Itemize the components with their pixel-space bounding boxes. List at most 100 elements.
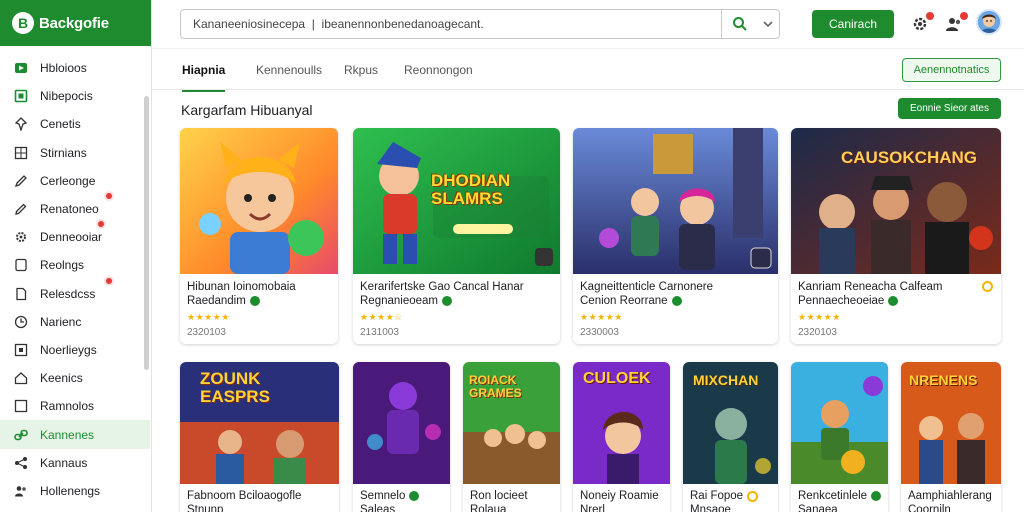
sidebar-scrollbar[interactable] [144,96,149,370]
game-thumbnail: ZOUNK EASPRS [180,362,339,484]
sidebar-item[interactable]: Narienc [0,308,150,336]
card-subtitle: Regnanieoeam [360,295,453,307]
install-count: 2131003 [360,327,399,338]
sidebar-item-label: Renatoneo [40,202,99,217]
verified-icon [442,296,453,306]
search-dropdown[interactable] [757,10,779,38]
sidebar-item[interactable]: Hollenengs [0,477,150,505]
game-card[interactable]: CULOEK Noneiy Roamie Nrerl [573,362,670,512]
verified-icon [249,296,260,306]
rating-stars: ★★★★★ [798,312,841,322]
game-thumbnail: MIXCHAN [683,362,778,484]
tab-second[interactable]: Kennenoulls [256,63,322,77]
card-title-text: Renkcetinlele [798,490,868,502]
search-icon [732,17,747,31]
logo[interactable]: B Backgofie [0,0,151,46]
game-card[interactable]: DHODIAN SLAMRS Kerarifertske Gao Cancal … [353,128,560,344]
card-title: Kanriam Reneacha Calfeam [798,281,943,293]
sidebar-item[interactable]: Cenetis [0,110,150,138]
game-thumbnail [180,128,338,274]
game-thumbnail [573,128,778,274]
bookmark-icon[interactable] [982,281,993,292]
sidebar-item-label: Relesdcss [40,286,96,301]
notifications-button[interactable] [942,12,968,36]
sidebar-item[interactable]: Reolngs [0,251,150,279]
card-subtitle: Pennaecheoeiae [798,295,899,307]
verified-icon [671,296,682,306]
settings-button[interactable] [908,12,934,36]
sidebar-item-label: Keenics [40,371,83,386]
sidebar-nav: Hbloioos Nibepocis Cenetis Stirnians Cerleon… [0,54,150,505]
verified-icon [409,491,420,501]
sidebar-item[interactable]: Keenics [0,364,150,392]
game-card[interactable]: NRENENS Aamphiahlerang Coorniln [901,362,1001,512]
game-card[interactable]: Semnelo Saleas [353,362,450,512]
top-bar: Canirach [152,0,1024,48]
sidebar-item[interactable]: Kannenes [0,420,150,449]
pin-icon [14,117,28,132]
search-input[interactable] [181,10,721,38]
sidebar-item[interactable]: Cerleonge [0,167,150,195]
tab-third[interactable]: Rkpus [344,63,378,77]
game-thumbnail: DHODIAN SLAMRS [353,128,560,274]
verified-icon [871,491,882,501]
edit-icon [14,202,28,216]
sidebar-item[interactable]: Hbloioos [0,54,150,82]
card-subtitle: Mnsaoe [690,504,731,512]
rating-stars: ★★★★☆ [360,312,403,322]
sidebar-item[interactable]: Renatoneo [0,190,150,223]
sidebar-item-label: Nibepocis [40,89,93,104]
search-button[interactable] [721,10,757,38]
game-card[interactable]: ZOUNK EASPRS Fabnoom Bciloaogofle Stnunp [180,362,339,512]
game-card[interactable]: Renkcetinlele Sanaea [791,362,888,512]
sidebar: B Backgofie Hbloioos Nibepocis Cenetis Stir… [0,0,152,512]
card-subtitle: Coorniln [908,504,951,512]
card-title: Noneiy Roamie [580,490,659,502]
avatar[interactable] [976,9,1002,35]
tab-fourth[interactable]: Reonnongon [404,63,473,77]
sidebar-item-label: Reolngs [40,258,85,273]
chevron-down-icon [763,21,773,27]
section-button[interactable]: Eonnie Sieor ates [898,98,1001,119]
search-box [180,9,780,39]
sidebar-item[interactable]: Nibepocis [0,82,150,110]
card-title: Rai Fopoe [690,490,759,502]
verified-icon [888,296,899,306]
bookmark-icon[interactable] [747,490,759,502]
sidebar-item[interactable]: Kannaus [0,449,150,477]
sidebar-item[interactable]: Relesdcss [0,275,150,308]
sidebar-item-label: Kannenes [40,427,95,442]
people-icon [14,484,28,498]
card-title: Hibunan Ioinomobaia [187,281,296,293]
game-thumbnail: CULOEK [573,362,670,484]
game-thumbnail: ROIACK GRAMES [463,362,560,484]
sidebar-item[interactable]: Stirnians [0,139,150,167]
share-icon [14,456,28,470]
game-thumbnail: NRENENS [901,362,1001,484]
game-card[interactable]: ROIACK GRAMES Ron locieet Rolaua [463,362,560,512]
sidebar-item[interactable]: Noerlieygs [0,336,150,364]
tab-home[interactable]: Hiapnia [182,63,226,92]
sidebar-item[interactable]: Ramnolos [0,392,150,420]
game-card[interactable]: Kagneittenticle Carnonere Cenion Reorran… [573,128,778,344]
primary-button[interactable]: Canirach [812,10,894,38]
sidebar-item-label: Ramnolos [40,399,95,414]
card-title: Kerarifertske Gao Cancal Hanar [360,281,524,293]
card-title: Semnelo [360,490,420,502]
notification-badge [104,190,114,201]
game-card[interactable]: Hibunan Ioinomobaia Raedandim ★★★★★ 2320… [180,128,338,344]
card-subtitle-text: Raedandim [187,295,246,307]
install-count: 2330003 [580,327,619,338]
square-icon [14,399,28,413]
home-icon [14,371,28,385]
game-banner-text: DHODIAN SLAMRS [431,171,511,208]
card-subtitle: Raedandim [187,295,260,307]
game-card[interactable]: CAUSOKCHANG Kanriam Reneacha Calfeam Pen… [791,128,1001,344]
game-card[interactable]: MIXCHAN Rai Fopoe Mnsaoe [683,362,778,512]
sidebar-item[interactable]: Denneooiar [0,219,150,251]
card-title-text: Rai Fopoe [690,490,744,502]
avatar-face-icon [978,11,1000,33]
card-subtitle: Sanaea [798,504,838,512]
tab-action-button[interactable]: Aenennotnatics [902,58,1001,82]
sidebar-item-label: Stirnians [40,145,87,160]
